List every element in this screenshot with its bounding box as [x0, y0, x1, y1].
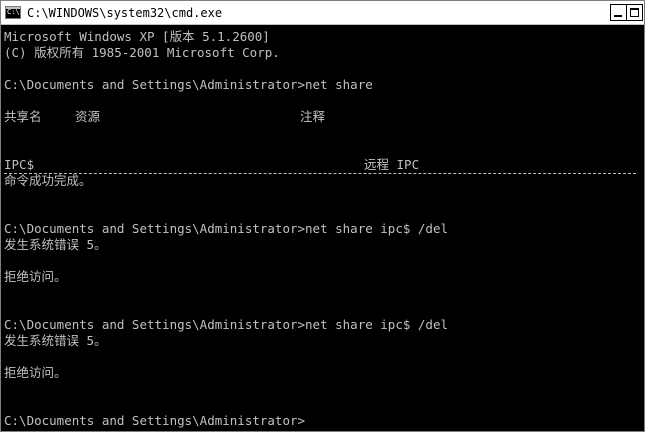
error-message-1: 发生系统错误 5。 [4, 237, 107, 252]
icon-title-strip [6, 7, 20, 9]
window-title: C:\WINDOWS\system32\cmd.exe [27, 6, 223, 20]
share-name-cell: IPC$ [4, 157, 35, 172]
maximize-button[interactable] [626, 4, 643, 21]
share-table-header: 共享名 资源 注释 [4, 109, 634, 125]
success-message: 命令成功完成。 [4, 173, 92, 188]
command-prompt[interactable]: C:\Documents and Settings\Administrator> [4, 413, 305, 429]
error-message-2: 发生系统错误 5。 [4, 333, 107, 348]
share-row-ipc: IPC$ 远程 IPC [4, 157, 634, 173]
command-delete-ipc-2: C:\Documents and Settings\Administrator>… [4, 317, 449, 332]
access-denied-2: 拒绝访问。 [4, 365, 67, 380]
command-net-share: C:\Documents and Settings\Administrator>… [4, 77, 373, 92]
access-denied-1: 拒绝访问。 [4, 269, 67, 284]
minimize-icon [614, 15, 622, 17]
banner-line-2: (C) 版权所有 1985-2001 Microsoft Corp. [4, 45, 280, 60]
title-bar[interactable]: C:\ C:\WINDOWS\system32\cmd.exe [1, 1, 644, 25]
header-share-name: 共享名 [4, 109, 42, 124]
cmd-app-icon[interactable]: C:\ [5, 6, 21, 19]
icon-label: C:\ [7, 8, 20, 16]
header-resource: 资源 [75, 109, 101, 124]
cmd-window: C:\ C:\WINDOWS\system32\cmd.exe Microsof… [0, 0, 645, 432]
share-remark-cell: 远程 IPC [364, 157, 420, 172]
console-output[interactable]: Microsoft Windows XP [版本 5.1.2600] (C) 版… [4, 27, 640, 431]
minimize-button[interactable] [610, 4, 627, 21]
table-divider [4, 173, 636, 174]
banner-line-1: Microsoft Windows XP [版本 5.1.2600] [4, 29, 270, 44]
header-remark: 注释 [300, 109, 326, 124]
maximize-icon [630, 8, 639, 17]
command-delete-ipc-1: C:\Documents and Settings\Administrator>… [4, 221, 449, 236]
